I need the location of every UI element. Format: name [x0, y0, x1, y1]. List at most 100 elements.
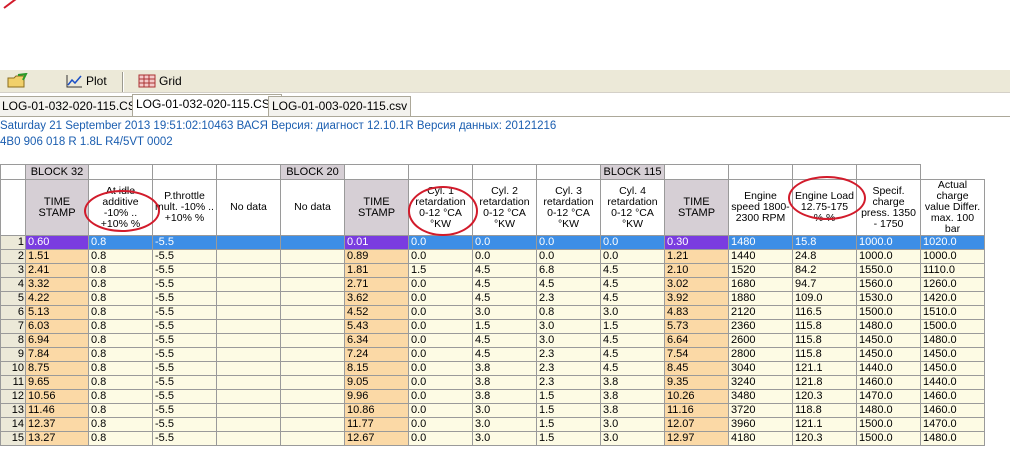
row-number[interactable]: 5 [0, 291, 26, 306]
table-cell[interactable]: 1480 [728, 235, 793, 250]
row-number[interactable]: 3 [0, 263, 26, 278]
table-cell[interactable] [280, 417, 345, 432]
table-cell[interactable]: 121.1 [792, 417, 857, 432]
table-cell[interactable]: 3.92 [664, 291, 729, 306]
col-header-cyl3[interactable]: Cyl. 3 retardation 0-12 °CA °KW [536, 179, 601, 236]
table-cell[interactable]: -5.5 [152, 417, 217, 432]
row-number[interactable]: 7 [0, 319, 26, 334]
table-cell[interactable]: 6.34 [344, 333, 409, 348]
table-cell[interactable]: 4.5 [472, 277, 537, 292]
table-cell[interactable]: 4.5 [472, 347, 537, 362]
table-cell[interactable]: 2.3 [536, 291, 601, 306]
col-header-actual-charge[interactable]: Actual charge value Differ. max. 100 bar [920, 179, 985, 236]
table-cell[interactable]: 2.10 [664, 263, 729, 278]
table-cell[interactable]: 2.3 [536, 375, 601, 390]
table-cell[interactable]: 1.5 [536, 431, 601, 446]
table-cell[interactable]: 8.15 [344, 361, 409, 376]
col-header-engine-load[interactable]: Engine Load 12.75-175 % % [792, 179, 857, 236]
table-cell[interactable]: 3.0 [600, 431, 665, 446]
table-cell[interactable]: 4.5 [600, 291, 665, 306]
table-cell[interactable]: -5.5 [152, 305, 217, 320]
table-row[interactable]: 8 6.94 0.8 -5.5 6.34 0.0 4.5 3.0 4.5 6.64 2600 115.… [0, 333, 985, 348]
table-cell[interactable]: 0.60 [25, 235, 89, 250]
table-cell[interactable]: 1480.0 [920, 333, 985, 348]
table-cell[interactable]: 1000.0 [856, 235, 921, 250]
table-cell[interactable]: 120.3 [792, 389, 857, 404]
table-row[interactable]: 14 12.37 0.8 -5.5 11.77 0.0 3.0 1.5 3.0 12.07 3960… [0, 417, 985, 432]
table-cell[interactable]: 1.5 [536, 403, 601, 418]
table-cell[interactable]: 0.0 [408, 403, 473, 418]
table-cell[interactable]: 4.22 [25, 291, 89, 306]
table-cell[interactable]: 0.0 [472, 249, 537, 264]
table-cell[interactable] [280, 305, 345, 320]
table-cell[interactable]: 0.8 [88, 361, 153, 376]
table-cell[interactable]: 109.0 [792, 291, 857, 306]
table-cell[interactable]: 10.56 [25, 389, 89, 404]
table-cell[interactable]: 3240 [728, 375, 793, 390]
row-number[interactable]: 9 [0, 347, 26, 362]
table-cell[interactable]: 84.2 [792, 263, 857, 278]
table-cell[interactable]: 6.03 [25, 319, 89, 334]
table-cell[interactable]: -5.5 [152, 403, 217, 418]
table-row[interactable]: 6 5.13 0.8 -5.5 4.52 0.0 3.0 0.8 3.0 4.83 2120 116.… [0, 305, 985, 320]
table-cell[interactable]: 1460.0 [856, 375, 921, 390]
table-cell[interactable] [216, 277, 281, 292]
table-cell[interactable]: 0.0 [408, 291, 473, 306]
table-cell[interactable]: -5.5 [152, 375, 217, 390]
row-number[interactable]: 15 [0, 431, 26, 446]
table-cell[interactable]: 9.96 [344, 389, 409, 404]
table-cell[interactable]: 2.41 [25, 263, 89, 278]
table-cell[interactable]: 3.8 [472, 361, 537, 376]
table-cell[interactable]: 1.51 [25, 249, 89, 264]
row-number[interactable]: 8 [0, 333, 26, 348]
table-cell[interactable]: 12.97 [664, 431, 729, 446]
table-cell[interactable]: 0.8 [536, 305, 601, 320]
table-cell[interactable]: 3.8 [600, 389, 665, 404]
row-number[interactable]: 10 [0, 361, 26, 376]
table-cell[interactable]: 4.5 [472, 263, 537, 278]
table-cell[interactable]: -5.5 [152, 263, 217, 278]
table-cell[interactable]: 1450.0 [920, 361, 985, 376]
table-cell[interactable]: 1460.0 [920, 403, 985, 418]
table-row[interactable]: 13 11.46 0.8 -5.5 10.86 0.0 3.0 1.5 3.8 11.16 3720… [0, 403, 985, 418]
table-cell[interactable] [216, 263, 281, 278]
table-cell[interactable]: 4.5 [472, 333, 537, 348]
table-row[interactable]: 4 3.32 0.8 -5.5 2.71 0.0 4.5 4.5 4.5 3.02 1680 94.7… [0, 277, 985, 292]
table-cell[interactable]: 1.5 [472, 319, 537, 334]
table-cell[interactable]: 0.0 [408, 375, 473, 390]
table-cell[interactable]: 9.05 [344, 375, 409, 390]
table-cell[interactable]: 11.46 [25, 403, 89, 418]
table-cell[interactable]: 1470.0 [856, 389, 921, 404]
table-cell[interactable]: 1000.0 [920, 249, 985, 264]
table-cell[interactable] [280, 347, 345, 362]
table-cell[interactable]: 3.0 [472, 417, 537, 432]
table-cell[interactable]: 2600 [728, 333, 793, 348]
table-cell[interactable]: 0.0 [408, 305, 473, 320]
table-cell[interactable]: 11.16 [664, 403, 729, 418]
table-cell[interactable]: 1260.0 [920, 277, 985, 292]
table-cell[interactable]: 7.54 [664, 347, 729, 362]
table-cell[interactable] [216, 431, 281, 446]
table-cell[interactable]: 0.0 [408, 389, 473, 404]
table-cell[interactable]: 0.0 [408, 277, 473, 292]
table-row[interactable]: 9 7.84 0.8 -5.5 7.24 0.0 4.5 2.3 4.5 7.54 2800 115.… [0, 347, 985, 362]
table-cell[interactable]: 1480.0 [856, 319, 921, 334]
table-cell[interactable] [216, 361, 281, 376]
table-cell[interactable]: 2.3 [536, 347, 601, 362]
table-cell[interactable]: 0.0 [472, 235, 537, 250]
table-cell[interactable]: 0.0 [408, 431, 473, 446]
table-cell[interactable]: 1420.0 [920, 291, 985, 306]
table-cell[interactable]: 1530.0 [856, 291, 921, 306]
table-cell[interactable]: 9.35 [664, 375, 729, 390]
table-cell[interactable]: 3960 [728, 417, 793, 432]
table-cell[interactable]: -5.5 [152, 291, 217, 306]
table-cell[interactable]: 0.0 [408, 361, 473, 376]
table-cell[interactable]: 5.43 [344, 319, 409, 334]
table-cell[interactable]: 1.5 [536, 417, 601, 432]
table-cell[interactable]: -5.5 [152, 431, 217, 446]
table-cell[interactable]: 8.45 [664, 361, 729, 376]
row-number[interactable]: 2 [0, 249, 26, 264]
table-cell[interactable]: 15.8 [792, 235, 857, 250]
table-cell[interactable]: 3.62 [344, 291, 409, 306]
table-cell[interactable] [216, 319, 281, 334]
